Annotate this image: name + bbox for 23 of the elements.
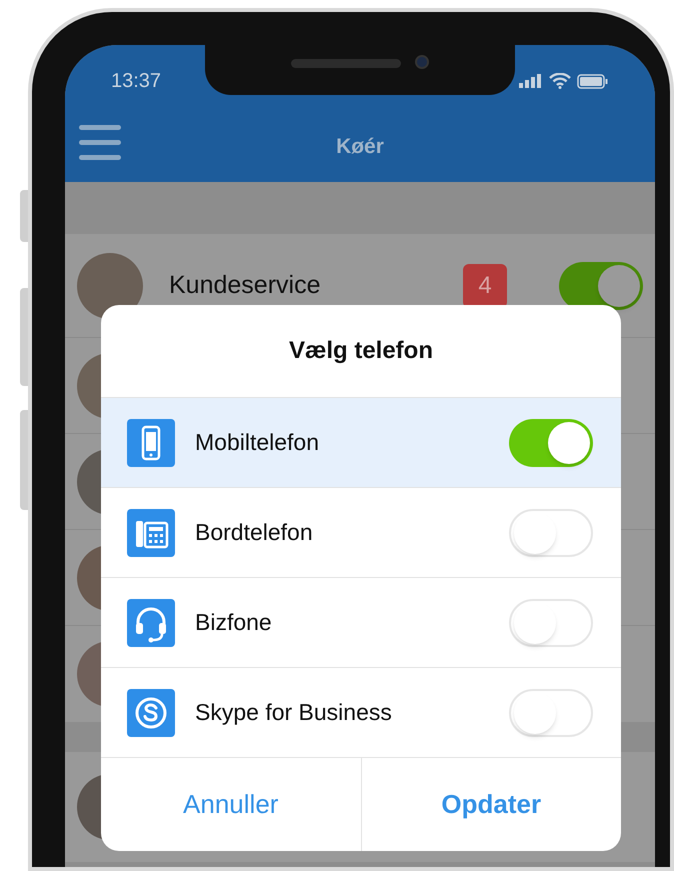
option-label: Bordtelefon (195, 518, 314, 548)
count-badge: 4 (463, 264, 507, 308)
toggle-switch[interactable] (509, 688, 593, 736)
toggle-switch[interactable] (509, 508, 593, 556)
wifi-icon (549, 73, 571, 89)
desk-phone-icon (127, 508, 175, 556)
screen-title: Køér (335, 134, 385, 160)
status-time: 13:37 (111, 69, 162, 94)
skype-icon (127, 688, 175, 736)
signal-icon (519, 74, 543, 88)
option-label: Skype for Business (195, 698, 393, 728)
phone-option-row[interactable]: Mobiltelefon (101, 398, 621, 488)
option-label: Mobiltelefon (195, 428, 320, 458)
toggle-switch[interactable] (509, 418, 593, 466)
queue-name: Kundeservice (169, 270, 322, 301)
toggle-switch[interactable] (509, 598, 593, 646)
mobile-phone-icon (127, 418, 175, 466)
camera-lens (415, 55, 429, 69)
menu-icon[interactable] (79, 125, 121, 161)
toggle-switch[interactable] (559, 262, 643, 310)
headset-icon (127, 598, 175, 646)
battery-icon (577, 74, 609, 88)
option-label: Bizfone (195, 608, 273, 638)
